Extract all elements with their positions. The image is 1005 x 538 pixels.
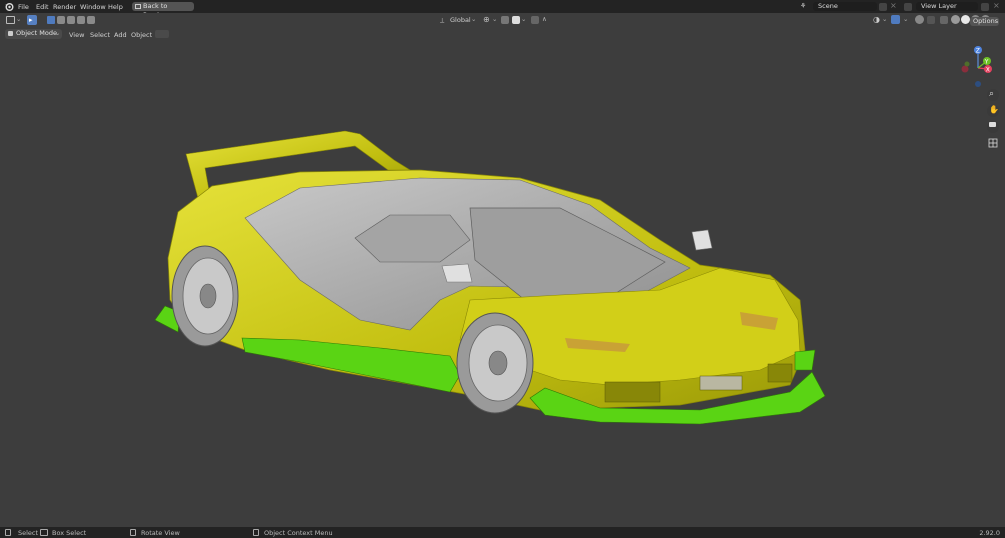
front-wheel[interactable]: [456, 312, 534, 414]
car-3d-model[interactable]: [0, 0, 1005, 538]
mouse-drag-icon: [40, 529, 48, 536]
mouse-middle-icon: [130, 529, 136, 536]
status-select: Select: [18, 529, 39, 537]
rear-wheel[interactable]: [171, 245, 239, 347]
status-box-select: Box Select: [52, 529, 87, 537]
status-rotate-view: Rotate View: [141, 529, 180, 537]
mouse-left-icon: [5, 529, 11, 536]
status-bar: Select Box Select Rotate View Object Con…: [0, 527, 1005, 538]
mouse-right-icon: [253, 529, 259, 536]
status-context-menu: Object Context Menu: [264, 529, 333, 537]
version-label: 2.92.0: [979, 529, 1000, 537]
